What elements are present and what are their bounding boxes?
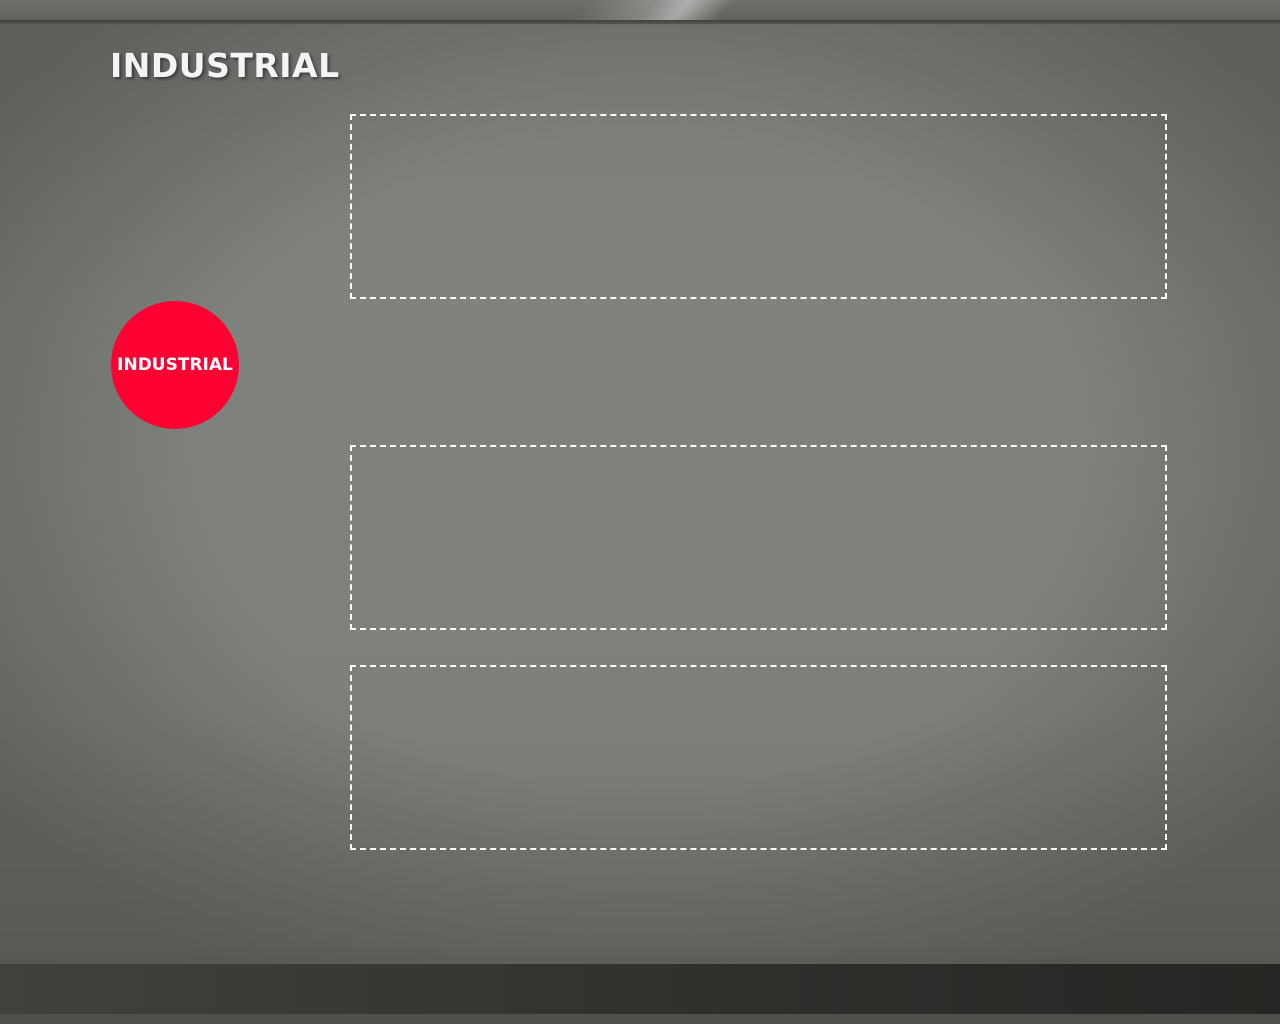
bottom-bar (0, 964, 1280, 1014)
top-divider (0, 20, 1280, 24)
bottom-edge (0, 1014, 1280, 1024)
content-placeholder-1[interactable] (350, 114, 1167, 299)
slide-title[interactable]: INDUSTRIAL (110, 46, 340, 85)
badge-circle[interactable]: INDUSTRIAL (111, 301, 239, 429)
content-placeholder-3[interactable] (350, 665, 1167, 850)
top-shine-highlight (552, 0, 788, 20)
content-placeholder-2[interactable] (350, 445, 1167, 630)
slide-canvas: INDUSTRIAL INDUSTRIAL (0, 0, 1280, 1024)
badge-label: INDUSTRIAL (117, 355, 233, 375)
